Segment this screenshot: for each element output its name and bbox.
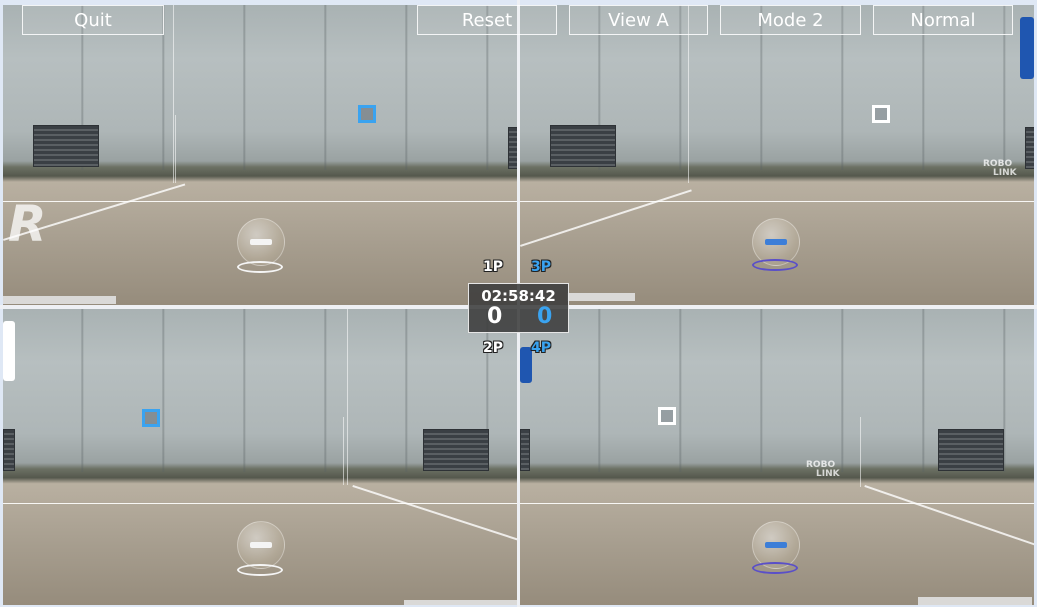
wall-vent <box>938 429 1004 471</box>
gate-post <box>343 417 344 485</box>
robolink-logo-line2: LINK <box>993 168 1017 178</box>
floor-marker-bar <box>3 296 116 304</box>
wall-vent <box>3 429 15 471</box>
camera-view-4p: ROBO LINK <box>520 309 1034 605</box>
mode-select-button[interactable]: Mode 2 <box>720 5 861 35</box>
horizon-line <box>520 503 1034 504</box>
score-left: 0 <box>487 304 503 329</box>
player-tag-4p: 4P <box>531 340 552 356</box>
gate-post <box>173 5 174 183</box>
floor-line <box>352 485 517 543</box>
floor-logo-mark: R <box>8 195 47 253</box>
gate-post <box>860 417 861 487</box>
wall-vent <box>508 127 517 169</box>
wall-vent <box>520 429 530 471</box>
player-tag-2p: 2P <box>483 340 504 356</box>
gate-post <box>347 309 348 485</box>
square-gate-target-icon <box>658 407 676 425</box>
horizon-line <box>3 201 517 202</box>
horizon-line <box>3 503 517 504</box>
match-timer: 02:58:42 <box>481 287 556 305</box>
robolink-logo: ROBO LINK <box>983 160 1017 178</box>
robolink-logo-line2: LINK <box>816 469 840 479</box>
drone-shadow-ring <box>237 564 283 576</box>
floor-marker-bar <box>918 597 1032 605</box>
wall-vent <box>1025 127 1034 169</box>
drone-shadow-ring <box>237 261 283 273</box>
white-side-tab <box>3 321 15 381</box>
floor-line <box>864 485 1034 546</box>
camera-view-1p: R <box>3 5 517 305</box>
reset-button[interactable]: Reset <box>417 5 557 35</box>
square-gate-target-icon <box>358 105 376 123</box>
floor-line <box>520 189 692 247</box>
camera-view-3p: ROBO LINK <box>520 5 1034 305</box>
wall-vent <box>550 125 616 167</box>
drone-shadow-ring <box>752 562 798 574</box>
floor-marker-bar <box>404 600 517 605</box>
difficulty-select-button[interactable]: Normal <box>873 5 1013 35</box>
view-select-button[interactable]: View A <box>569 5 708 35</box>
player-tag-3p: 3P <box>531 259 552 275</box>
scoreboard: 02:58:42 0 0 <box>468 283 569 333</box>
wall-vent <box>423 429 489 471</box>
gate-post <box>175 115 176 183</box>
quit-button[interactable]: Quit <box>22 5 164 35</box>
blue-side-tab <box>1020 17 1034 79</box>
camera-view-2p <box>3 309 517 605</box>
quadcopter-drone-icon <box>237 521 285 569</box>
robolink-logo: ROBO LINK <box>806 461 840 479</box>
square-gate-target-icon <box>872 105 890 123</box>
wall-vent <box>33 125 99 167</box>
square-gate-target-icon <box>142 409 160 427</box>
quadcopter-drone-icon <box>237 218 285 266</box>
score-right: 0 <box>537 304 553 329</box>
floor-marker-bar <box>567 293 635 301</box>
horizon-line <box>520 201 1034 202</box>
drone-shadow-ring <box>752 259 798 271</box>
player-tag-1p: 1P <box>483 259 504 275</box>
